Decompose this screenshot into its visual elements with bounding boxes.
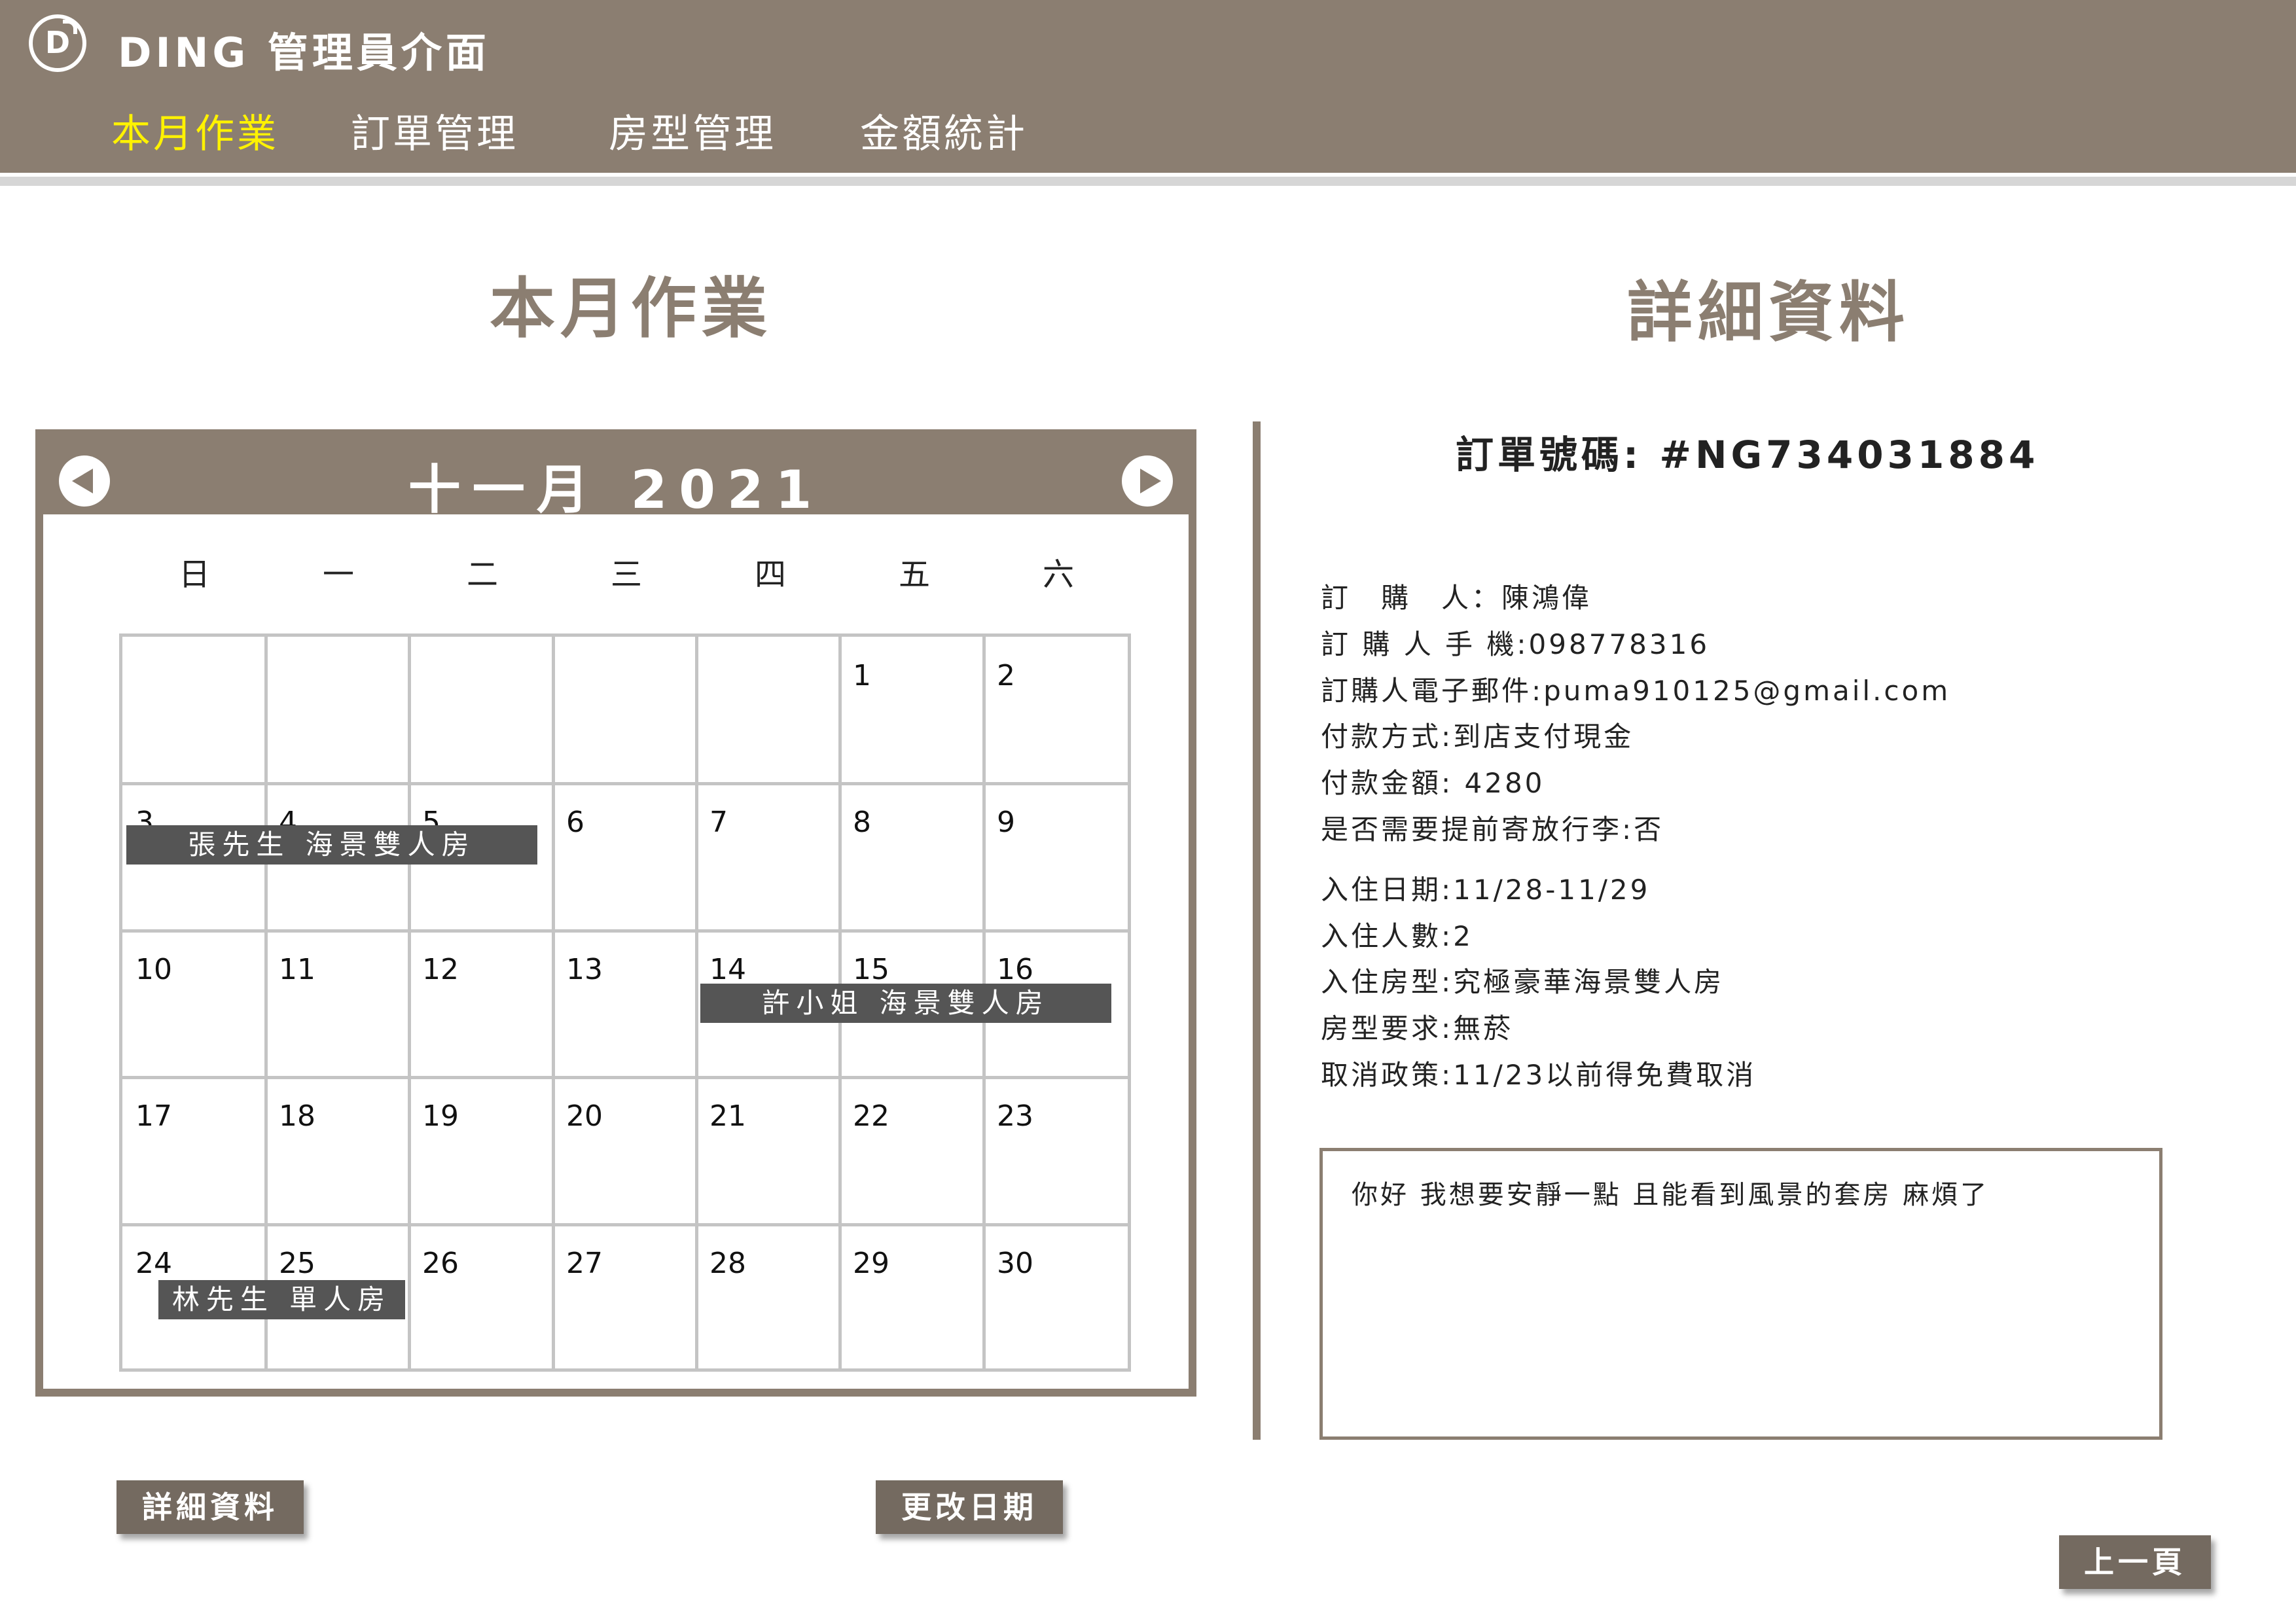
calendar-day-cell[interactable] bbox=[553, 1224, 696, 1368]
booking-event[interactable]: 張先生 海景雙人房 bbox=[126, 825, 537, 865]
details-title: 詳細資料 bbox=[1627, 274, 1910, 351]
order-info-line: 入住人數:2 bbox=[1321, 920, 1473, 952]
nav-revenue-statistics[interactable]: 金額統計 bbox=[860, 102, 1028, 159]
calendar-day-number: 29 bbox=[853, 1247, 889, 1280]
header-divider bbox=[0, 177, 2296, 186]
booking-event[interactable]: 許小姐 海景雙人房 bbox=[700, 984, 1111, 1023]
order-info-line: 房型要求:無菸 bbox=[1321, 1012, 1514, 1044]
calendar-day-number: 28 bbox=[709, 1247, 746, 1280]
order-info-line: 入住日期:11/28-11/29 bbox=[1321, 874, 1651, 906]
monthly-tasks-title: 本月作業 bbox=[490, 270, 772, 347]
weekday-label: 四 bbox=[754, 556, 786, 593]
order-info-line: 付款方式:到店支付現金 bbox=[1321, 721, 1634, 753]
calendar-month-label: 十一月 2021 bbox=[408, 459, 824, 520]
weekday-label: 六 bbox=[1042, 556, 1074, 593]
calendar-day-cell[interactable] bbox=[984, 1224, 1128, 1368]
weekday-label: 五 bbox=[898, 556, 930, 593]
order-info-line: 付款金額: 4280 bbox=[1321, 767, 1545, 799]
nav-monthly-tasks[interactable]: 本月作業 bbox=[111, 102, 279, 159]
panel-divider bbox=[1253, 421, 1261, 1440]
weekday-label: 一 bbox=[322, 556, 354, 593]
calendar-day-number: 19 bbox=[422, 1099, 459, 1133]
nav-order-management[interactable]: 訂單管理 bbox=[351, 102, 518, 159]
customer-note-box: 你好 我想要安靜一點 且能看到風景的套房 麻煩了 bbox=[1319, 1148, 2162, 1440]
calendar-day-number: 30 bbox=[997, 1247, 1033, 1280]
calendar-day-number: 23 bbox=[997, 1099, 1033, 1133]
weekday-label: 日 bbox=[178, 556, 210, 593]
calendar-day-number: 9 bbox=[997, 806, 1015, 839]
order-info-line: 入住房型:究極豪華海景雙人房 bbox=[1321, 966, 1725, 998]
calendar: 十一月 2021 日一二三四五六 1 2 3 4 5 6 7 8 9 10 11 12 13 14 15 16… bbox=[35, 429, 1196, 1397]
calendar-day-number: 7 bbox=[709, 806, 728, 839]
calendar-day-number: 6 bbox=[566, 806, 584, 839]
detail-button[interactable]: 詳細資料 bbox=[117, 1480, 304, 1534]
weekday-label: 二 bbox=[466, 556, 498, 593]
calendar-day-cell[interactable] bbox=[696, 1224, 840, 1368]
back-button[interactable]: 上一頁 bbox=[2059, 1535, 2211, 1589]
calendar-day-number: 14 bbox=[709, 953, 746, 986]
booking-event[interactable]: 林先生 單人房 bbox=[158, 1280, 405, 1319]
calendar-day-number: 15 bbox=[853, 953, 889, 986]
order-info-line: 訂購人電子郵件:puma910125@gmail.com bbox=[1321, 675, 1951, 707]
app-title: DING 管理員介面 bbox=[118, 29, 490, 77]
calendar-day-number: 11 bbox=[279, 953, 315, 986]
top-bar: D DING 管理員介面 本月作業 訂單管理 房型管理 金額統計 bbox=[0, 0, 2296, 173]
calendar-day-number: 18 bbox=[279, 1099, 315, 1133]
next-month-button[interactable] bbox=[1122, 455, 1173, 507]
weekday-label: 三 bbox=[610, 556, 642, 593]
calendar-day-number: 20 bbox=[566, 1099, 603, 1133]
calendar-day-number: 24 bbox=[135, 1247, 172, 1280]
customer-note-text: 你好 我想要安靜一點 且能看到風景的套房 麻煩了 bbox=[1352, 1180, 1990, 1210]
calendar-day-number: 1 bbox=[853, 659, 871, 692]
order-number: 訂單號碼: #NG734031884 bbox=[1456, 433, 2039, 477]
calendar-day-number: 10 bbox=[135, 953, 172, 986]
calendar-day-number: 26 bbox=[422, 1247, 459, 1280]
change-date-button[interactable]: 更改日期 bbox=[876, 1480, 1063, 1534]
nav-room-type-management[interactable]: 房型管理 bbox=[609, 102, 776, 159]
calendar-day-number: 22 bbox=[853, 1099, 889, 1133]
calendar-header: 十一月 2021 bbox=[43, 437, 1189, 520]
logo-icon: D bbox=[29, 14, 86, 72]
calendar-day-number: 8 bbox=[853, 806, 871, 839]
order-info-line: 取消政策:11/23以前得免費取消 bbox=[1321, 1059, 1757, 1091]
calendar-day-number: 12 bbox=[422, 953, 459, 986]
calendar-day-number: 27 bbox=[566, 1247, 603, 1280]
order-info-line: 訂 購 人：陳鴻偉 bbox=[1321, 582, 1592, 614]
calendar-day-number: 21 bbox=[709, 1099, 746, 1133]
order-info-line: 是否需要提前寄放行李:否 bbox=[1321, 813, 1664, 846]
calendar-grid: 1 2 3 4 5 6 7 8 9 10 11 12 13 14 15 16 17 18 19 20 21 22 23 24 2… bbox=[119, 633, 1131, 1372]
calendar-day-number: 13 bbox=[566, 953, 603, 986]
calendar-day-cell[interactable] bbox=[409, 1224, 553, 1368]
calendar-day-number: 2 bbox=[997, 659, 1015, 692]
arrow-right-icon bbox=[1140, 469, 1161, 493]
calendar-day-number: 16 bbox=[997, 953, 1033, 986]
calendar-day-number: 17 bbox=[135, 1099, 172, 1133]
order-info-line: 訂 購 人 手 機:098778316 bbox=[1321, 628, 1710, 660]
calendar-day-cell[interactable] bbox=[840, 1224, 984, 1368]
calendar-day-number: 25 bbox=[279, 1247, 315, 1280]
